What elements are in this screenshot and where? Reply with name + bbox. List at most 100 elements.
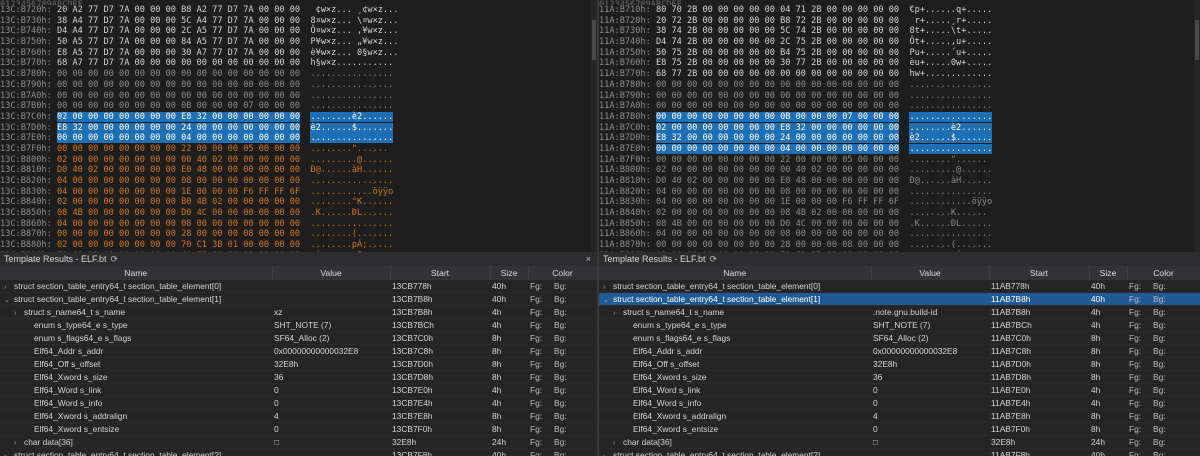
cell-name[interactable]: › struct s_name64_t s_name <box>599 305 871 319</box>
hex-row[interactable]: 11A:B850h: 08 4B 00 00 00 00 00 00 D0 4C… <box>599 219 1200 230</box>
cell-color[interactable]: Fg: Bg: <box>528 357 597 371</box>
fg-color-swatch[interactable]: Fg: <box>1129 450 1153 456</box>
cell-color[interactable]: Fg: Bg: <box>1127 357 1200 371</box>
hex-bytes[interactable]: 00 00 00 00 00 00 00 00 22 00 00 00 05 0… <box>656 155 899 165</box>
ascii-text[interactable]: 8¤w×z... \¤w×z... <box>310 16 398 26</box>
cell-name[interactable]: ⌄ struct section_table_entry64_t section_… <box>599 292 871 306</box>
cell-color[interactable]: Fg: Bg: <box>528 292 597 306</box>
hex-bytes[interactable]: E8 32 00 00 00 00 00 00 24 00 00 00 00 0… <box>655 133 900 144</box>
hex-bytes[interactable]: 38 A4 77 D7 7A 00 00 00 5C A4 77 D7 7A 0… <box>57 16 300 26</box>
cell-name[interactable]: enum s_type64_e s_type <box>599 318 871 332</box>
cell-color[interactable]: Fg: Bg: <box>1127 409 1200 423</box>
hex-row[interactable]: 11A:B760h: E8 75 2B 00 00 00 00 00 30 77… <box>599 58 1200 69</box>
bg-color-swatch[interactable]: Bg: <box>554 359 578 369</box>
cell-name[interactable]: ›struct section_table_entry64_t section_… <box>0 448 272 456</box>
hex-row[interactable]: 13C:B770h: 68 A7 77 D7 7A 00 00 00 00 00… <box>0 58 597 69</box>
fg-color-swatch[interactable]: Fg: <box>530 333 554 343</box>
table-row[interactable]: Elf64_Word s_info 0 11AB7E4h 4h Fg: Bg: <box>599 396 1200 410</box>
ascii-text[interactable]: ........°K...... <box>310 197 393 207</box>
cell-value[interactable]: xz <box>272 305 390 319</box>
ascii-text[interactable]: ................ <box>909 80 992 90</box>
hex-bytes[interactable]: E8 75 2B 00 00 00 00 00 30 77 2B 00 00 0… <box>656 58 899 68</box>
bg-color-swatch[interactable]: Bg: <box>554 411 578 421</box>
hex-bytes[interactable]: 08 4B 00 00 00 00 00 00 D0 4C 00 00 00 0… <box>57 208 300 218</box>
hex-bytes[interactable]: 50 75 2B 00 00 00 00 00 B4 75 2B 00 00 0… <box>656 48 899 58</box>
table-row[interactable]: ›struct section_table_entry64_t section_… <box>599 280 1200 293</box>
cell-name[interactable]: Elf64_Off s_offset <box>0 357 272 371</box>
ascii-text[interactable]: ................ <box>310 176 393 186</box>
cell-value[interactable]: SF64_Alloc (2) <box>272 331 390 345</box>
hex-bytes[interactable]: 02 00 00 00 00 00 00 00 B0 4B 02 00 00 0… <box>57 197 300 207</box>
fg-color-swatch[interactable]: Fg: <box>1129 398 1153 408</box>
hex-row[interactable]: 11A:B710h: 80 70 2B 00 00 00 00 00 04 71… <box>599 5 1200 16</box>
hex-bytes[interactable]: 00 00 00 00 00 00 00 00 04 00 00 00 00 0… <box>56 133 301 144</box>
ascii-text[interactable]: .........@...... <box>310 155 393 165</box>
bg-color-swatch[interactable]: Bg: <box>554 281 578 291</box>
bg-color-swatch[interactable]: Bg: <box>1153 359 1177 369</box>
bg-color-swatch[interactable]: Bg: <box>1153 346 1177 356</box>
fg-color-swatch[interactable]: Fg: <box>1129 424 1153 434</box>
cell-name[interactable]: enum s_flags64_e s_flags <box>599 331 871 345</box>
fg-color-swatch[interactable]: Fg: <box>1129 437 1153 447</box>
fg-color-swatch[interactable]: Fg: <box>1129 281 1153 291</box>
cell-color[interactable]: Fg: Bg: <box>528 370 597 384</box>
cell-value[interactable]: 4 <box>871 409 989 423</box>
table-row[interactable]: Elf64_Xword s_entsize 0 13CB7F0h 8h Fg: Bg: <box>0 422 597 436</box>
cell-value[interactable]: SHT_NOTE (7) <box>871 318 989 332</box>
bg-color-swatch[interactable]: Bg: <box>554 450 578 456</box>
table-row[interactable]: Elf64_Word s_info 0 13CB7E4h 4h Fg: Bg: <box>0 396 597 410</box>
cell-color[interactable]: Fg: Bg: <box>528 344 597 358</box>
hex-bytes[interactable]: 04 00 00 00 00 00 00 00 1E 00 00 00 F6 F… <box>656 197 899 207</box>
fg-color-swatch[interactable]: Fg: <box>1129 385 1153 395</box>
cell-color[interactable]: Fg: Bg: <box>1127 318 1200 332</box>
column-header-color[interactable]: Color <box>1127 266 1200 280</box>
ascii-text[interactable]: ........è2...... <box>909 122 993 133</box>
cell-color[interactable]: Fg: Bg: <box>1127 305 1200 319</box>
ascii-text[interactable]: ........pÁ;..... <box>310 240 393 250</box>
hex-bytes[interactable]: 00 00 00 00 00 00 00 00 04 00 00 00 00 0… <box>655 143 900 154</box>
hex-row[interactable]: 11A:B820h: 04 00 00 00 00 00 00 00 08 00… <box>599 187 1200 198</box>
hex-row[interactable]: 11A:B7B0h: 00 00 00 00 00 00 00 00 0B 00… <box>599 111 1200 123</box>
hex-row[interactable]: 11A:B750h: 50 75 2B 00 00 00 00 00 B4 75… <box>599 48 1200 59</box>
ascii-text[interactable]: èu+.....0w+..... <box>909 58 992 68</box>
hex-row[interactable]: 11A:B7A0h: 00 00 00 00 00 00 00 00 00 00… <box>599 101 1200 112</box>
cell-value[interactable]: 0 <box>871 422 989 436</box>
cell-value[interactable] <box>871 280 989 293</box>
table-row[interactable]: enum s_type64_e s_type SHT_NOTE (7) 13CB7B… <box>0 318 597 332</box>
ascii-text[interactable]: Ð@......àH...... <box>909 176 992 186</box>
hex-row[interactable]: 13C:B750h: 50 A5 77 D7 7A 00 00 00 84 A5… <box>0 37 597 48</box>
fg-color-swatch[interactable]: Fg: <box>1129 320 1153 330</box>
hex-row[interactable]: 13C:B730h: 38 A4 77 D7 7A 00 00 00 5C A4… <box>0 16 597 27</box>
bg-color-swatch[interactable]: Bg: <box>554 398 578 408</box>
ascii-text[interactable]: ................ <box>909 91 992 101</box>
cell-value[interactable]: 36 <box>272 370 390 384</box>
bg-color-swatch[interactable]: Bg: <box>554 294 578 304</box>
ascii-text[interactable]: ................ <box>909 229 992 239</box>
expand-chevron-icon[interactable]: ⌄ <box>4 296 14 304</box>
bg-color-swatch[interactable]: Bg: <box>554 346 578 356</box>
hex-bytes[interactable]: 00 00 00 00 00 00 00 00 0B 00 00 00 07 0… <box>655 111 900 122</box>
ascii-text[interactable]: ¢w×z... ¸¢w×z... <box>310 5 399 15</box>
ascii-text[interactable]: ............öÿÿo <box>909 197 992 207</box>
cell-value[interactable]: 32E8h <box>871 357 989 371</box>
cell-color[interactable]: Fg: Bg: <box>528 280 597 293</box>
cell-color[interactable]: Fg: Bg: <box>528 305 597 319</box>
ascii-text[interactable]: ................ <box>310 91 393 101</box>
hex-bytes[interactable]: D0 40 02 00 00 00 00 00 E0 48 00 00 00 0… <box>656 176 899 186</box>
bg-color-swatch[interactable]: Bg: <box>1153 450 1177 456</box>
bg-color-swatch[interactable]: Bg: <box>554 372 578 382</box>
cell-value[interactable] <box>272 280 390 293</box>
hex-row[interactable]: 13C:B7E0h: 00 00 00 00 00 00 00 00 04 00… <box>0 133 597 144</box>
cell-value[interactable]: □ <box>272 435 390 449</box>
table-row[interactable]: Elf64_Off s_offset 32E8h 11AB7D0h 8h Fg: Bg: <box>599 357 1200 371</box>
cell-name[interactable]: Elf64_Word s_link <box>0 383 272 397</box>
ascii-text[interactable]: ................ <box>909 101 992 111</box>
hex-bytes[interactable]: D4 74 2B 00 00 00 00 00 2C 75 2B 00 00 0… <box>656 37 899 47</box>
hex-bytes[interactable]: 02 00 00 00 00 00 00 00 E8 32 00 00 00 0… <box>56 111 301 122</box>
cell-value[interactable]: 0 <box>272 396 390 410</box>
expand-chevron-icon[interactable]: › <box>4 284 14 291</box>
hex-bytes[interactable]: 00 00 00 00 00 00 00 00 0B 00 00 00 07 0… <box>57 101 300 111</box>
bg-color-swatch[interactable]: Bg: <box>1153 437 1177 447</box>
bg-color-swatch[interactable]: Bg: <box>554 333 578 343</box>
cell-name[interactable]: Elf64_Word s_link <box>599 383 871 397</box>
